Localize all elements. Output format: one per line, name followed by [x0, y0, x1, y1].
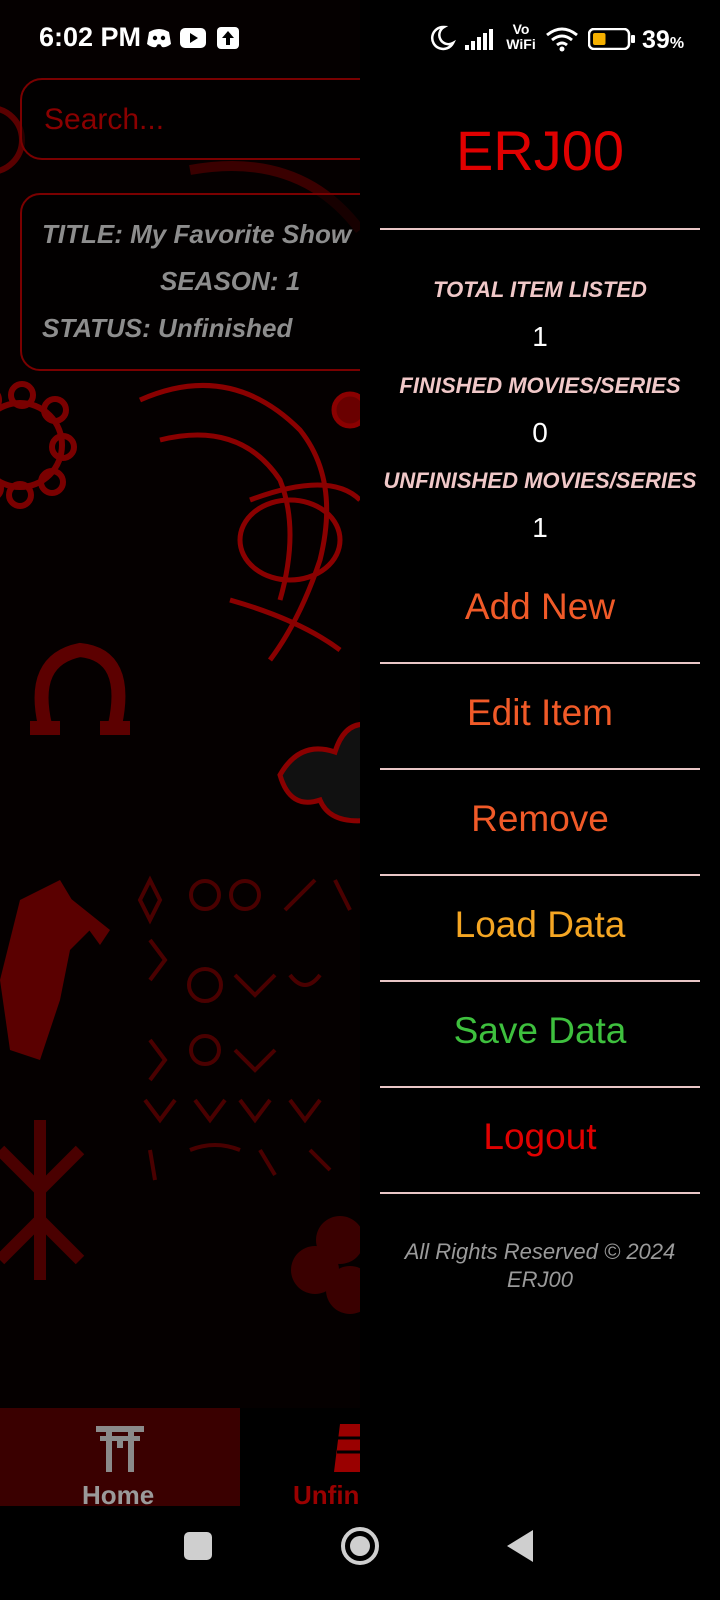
- discord-icon: [147, 29, 171, 48]
- stat-label-total: TOTAL ITEM LISTED: [433, 277, 647, 302]
- title-line: TITLE: My Favorite Show: [42, 219, 351, 250]
- copyright-owner: ERJ00: [506, 1267, 574, 1292]
- wifi-icon: [546, 27, 578, 52]
- back-triangle-icon[interactable]: [505, 1528, 535, 1564]
- app-screen: TITLE: My Favorite Show SEASON: 1 STATUS…: [0, 0, 720, 1600]
- youtube-icon: [180, 28, 206, 48]
- recents-square-icon[interactable]: [183, 1531, 213, 1561]
- stat-value-finished: 0: [532, 417, 548, 448]
- vowifi-top-text: Vo: [512, 21, 530, 37]
- save-data-button[interactable]: Save Data: [380, 981, 700, 1081]
- upload-icon: [217, 27, 239, 49]
- season-line: SEASON: 1: [160, 266, 300, 297]
- stat-value-total: 1: [532, 321, 548, 352]
- copyright-text: All Rights Reserved © 2024 ERJ00: [380, 1238, 700, 1294]
- copyright-line: All Rights Reserved © 2024: [404, 1239, 676, 1264]
- add-new-button[interactable]: Add New: [380, 557, 700, 657]
- title-value: My Favorite Show: [130, 219, 352, 249]
- torii-gate-icon: [96, 1426, 144, 1472]
- vowifi-bottom-text: WiFi: [506, 36, 536, 52]
- status-time: 6:02 PM: [39, 22, 142, 52]
- battery-percent: 39%: [642, 26, 684, 55]
- nav-tab-home[interactable]: Home: [0, 1408, 240, 1510]
- load-data-button[interactable]: Load Data: [380, 875, 700, 975]
- divider: [380, 228, 700, 230]
- battery-unit: %: [669, 35, 685, 52]
- logout-button[interactable]: Logout: [380, 1087, 700, 1187]
- title-label: TITLE:: [42, 219, 123, 249]
- season-value: 1: [285, 266, 301, 296]
- moon-icon: [430, 25, 456, 51]
- stat-value-unfinished: 1: [532, 512, 548, 543]
- status-label: STATUS:: [42, 313, 151, 343]
- navigation-drawer: ERJ00 TOTAL ITEM LISTED 1 FINISHED MOVIE…: [360, 0, 720, 1506]
- home-circle-icon[interactable]: [340, 1526, 380, 1566]
- battery-icon: [588, 28, 635, 50]
- vowifi-icon: Vo WiFi: [504, 22, 538, 52]
- stat-label-finished: FINISHED MOVIES/SERIES: [399, 373, 681, 398]
- divider: [380, 1192, 700, 1194]
- remove-button[interactable]: Remove: [380, 769, 700, 869]
- drawer-username: ERJ00: [455, 119, 625, 182]
- system-navigation-bar: [0, 1506, 720, 1600]
- status-line: STATUS: Unfinished: [42, 313, 292, 344]
- stat-label-unfinished: UNFINISHED MOVIES/SERIES: [383, 468, 697, 493]
- edit-item-button[interactable]: Edit Item: [380, 663, 700, 763]
- signal-icon: [465, 29, 493, 50]
- season-label: SEASON:: [160, 266, 279, 296]
- status-bar: 6:02 PM Vo WiFi 39%: [0, 0, 720, 78]
- status-value: Unfinished: [158, 313, 293, 343]
- battery-level: 39: [642, 26, 670, 54]
